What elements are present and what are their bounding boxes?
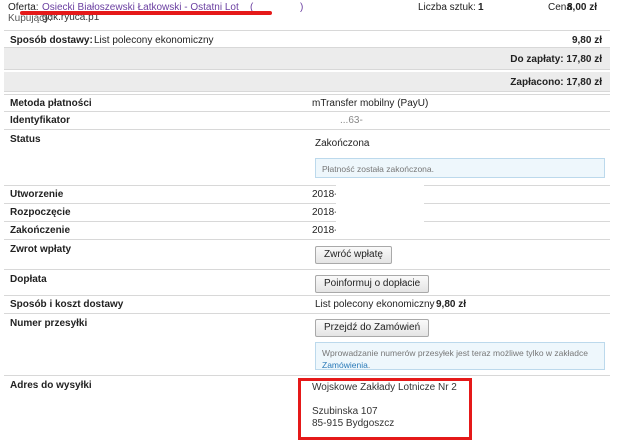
identifier-value: ...63-: [340, 115, 363, 126]
red-box-annotation: [298, 378, 472, 440]
paid-total: Zapłacono: 17,80 zł: [510, 77, 602, 88]
delivery-line-row: Sposób dostawy: List polecony ekonomiczn…: [4, 30, 610, 48]
delivery-cost-value: List polecony ekonomiczny: [315, 299, 435, 310]
orders-link[interactable]: Zamówienia: [322, 360, 368, 370]
tracking-label: Numer przesyłki: [10, 318, 88, 329]
tracking-info-text: Wprowadzanie numerów przesyłek jest tera…: [322, 348, 588, 358]
payment-method-row: Metoda płatności mTransfer mobilny (PayU…: [4, 94, 610, 112]
payment-method-value: mTransfer mobilny (PayU): [312, 98, 429, 109]
delivery-line-amount: 9,80 zł: [571, 35, 602, 46]
red-underline-annotation: [20, 11, 272, 15]
offer-paren-close: ): [300, 2, 304, 13]
go-to-orders-button[interactable]: Przejdź do Zamówień: [315, 319, 430, 337]
paid-row: Zapłacono: 17,80 zł: [4, 72, 610, 92]
info-period: .: [367, 360, 371, 370]
payment-method-label: Metoda płatności: [10, 98, 92, 109]
status-row: Status Zakończona Płatność została zakoń…: [4, 130, 610, 186]
finished-value: 2018-: [312, 225, 338, 236]
to-pay-row: Do zapłaty: 17,80 zł: [4, 48, 610, 70]
delivery-line-label: Sposób dostawy:: [10, 35, 93, 46]
identifier-label: Identyfikator: [10, 115, 71, 126]
created-label: Utworzenie: [10, 189, 64, 200]
delivery-line-value: List polecony ekonomiczny: [94, 35, 214, 46]
surcharge-label: Dopłata: [10, 274, 47, 285]
created-value: 2018-: [312, 189, 338, 200]
price-value: 8,00 zł: [567, 2, 598, 13]
delivery-cost-row: Sposób i koszt dostawy List polecony eko…: [4, 296, 610, 314]
refund-button[interactable]: Zwróć wpłatę: [315, 246, 392, 264]
tracking-info-box: Wprowadzanie numerów przesyłek jest tera…: [315, 342, 605, 370]
finished-label: Zakończenie: [10, 225, 71, 236]
tracking-row: Numer przesyłki Przejdź do Zamówień Wpro…: [4, 314, 610, 376]
created-row: Utworzenie 2018-: [4, 186, 610, 204]
to-pay-total: Do zapłaty: 17,80 zł: [510, 54, 602, 65]
address-label: Adres do wysyłki: [10, 380, 92, 391]
surcharge-row: Dopłata Poinformuj o dopłacie: [4, 270, 610, 296]
status-value: Zakończona: [315, 138, 370, 149]
refund-row: Zwrot wpłaty Zwróć wpłatę: [4, 240, 610, 270]
status-info-text: Płatność została zakończona.: [322, 164, 434, 174]
surcharge-button[interactable]: Poinformuj o dopłacie: [315, 275, 430, 293]
started-row: Rozpoczęcie 2018-: [4, 204, 610, 222]
delivery-cost-amount: 9,80 zł: [436, 299, 467, 310]
status-label: Status: [10, 134, 41, 145]
status-info-box: Płatność została zakończona.: [315, 158, 605, 178]
started-value: 2018-: [312, 207, 338, 218]
redaction-mask: [336, 184, 424, 238]
quantity-value: 1: [478, 2, 484, 13]
refund-label: Zwrot wpłaty: [10, 244, 72, 255]
quantity-label: Liczba sztuk:: [418, 2, 476, 13]
started-label: Rozpoczęcie: [10, 207, 71, 218]
identifier-row: Identyfikator ...63-: [4, 112, 610, 130]
finished-row: Zakończenie 2018-: [4, 222, 610, 240]
delivery-cost-label: Sposób i koszt dostawy: [10, 299, 124, 310]
